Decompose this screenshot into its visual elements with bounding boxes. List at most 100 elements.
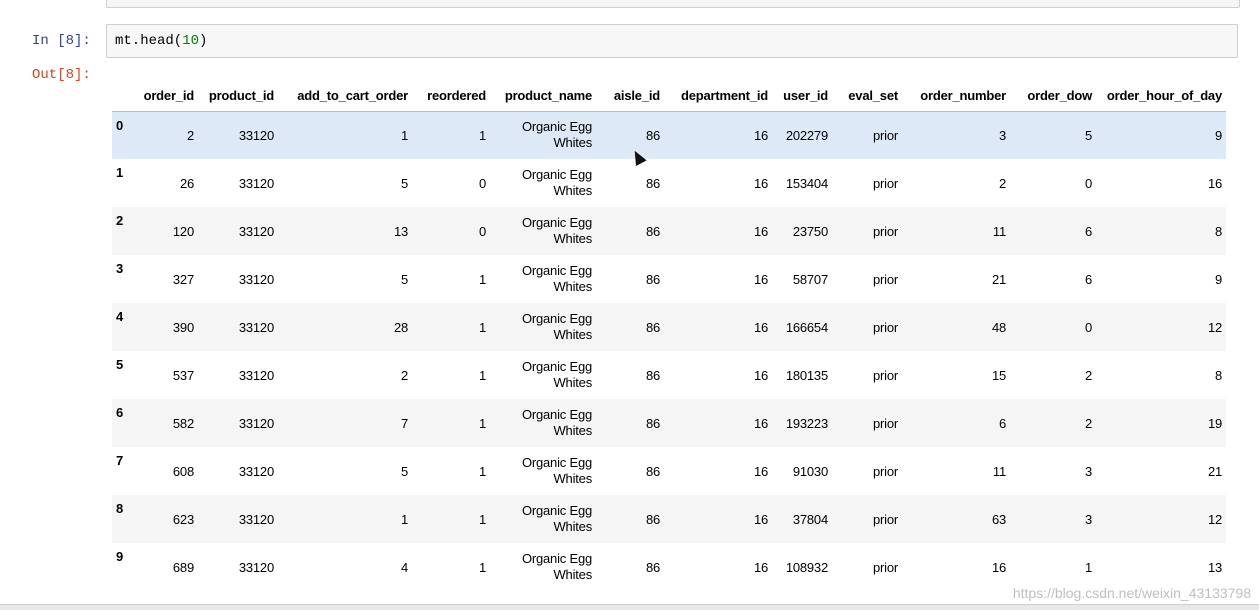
cell-product-name: Organic Egg Whites <box>490 255 596 303</box>
cell-order-dow: 6 <box>1084 271 1092 287</box>
cell-product-name: Organic Egg Whites <box>490 111 596 159</box>
cell-user-id: 180135 <box>785 367 828 383</box>
cell-order-number: 11 <box>992 223 1006 239</box>
cell-order-number: 21 <box>991 271 1006 287</box>
product-name-line-2: Whites <box>553 519 592 534</box>
cell-aisle-id: 86 <box>645 319 660 335</box>
cell-product-id: 33120 <box>238 223 274 239</box>
cell-order-number: 3 <box>998 127 1006 143</box>
cell-user-id: 37804 <box>792 511 828 527</box>
row-index: 2 <box>116 213 124 228</box>
product-name-line-1: Organic Egg <box>521 215 592 230</box>
cell-order-number: 6 <box>998 415 1006 431</box>
previous-cell-input[interactable] <box>106 0 1240 8</box>
cell-order-hour-of-day: 12 <box>1207 511 1222 527</box>
cell-product-id: 33120 <box>238 511 274 527</box>
cell-add-to-cart-order: 4 <box>400 559 408 575</box>
product-name-line-1: Organic Egg <box>521 551 592 566</box>
cell-order-id: 120 <box>172 223 194 239</box>
column-header: department_id <box>664 81 772 112</box>
column-header: order_number <box>902 81 1010 112</box>
cell-reordered: 1 <box>478 271 486 287</box>
cell-product-name: Organic Egg Whites <box>490 399 596 447</box>
cell-order-hour-of-day: 8 <box>1214 223 1222 239</box>
input-prompt: In [8]: <box>32 33 91 49</box>
dataframe-table: order_id product_id add_to_cart_order re… <box>112 81 1226 591</box>
product-name-line-1: Organic Egg <box>521 503 592 518</box>
cell-department-id: 16 <box>753 463 768 479</box>
cell-eval-set: prior <box>872 511 898 527</box>
row-index: 1 <box>116 165 124 180</box>
table-row: 2 120 33120 13 0 Organic Egg Whites 86 16… <box>112 207 1226 255</box>
code-suffix: ) <box>199 33 208 49</box>
cell-user-id: 193223 <box>785 415 828 431</box>
column-header: aisle_id <box>596 81 664 112</box>
cell-add-to-cart-order: 13 <box>393 223 408 239</box>
code-cell-input[interactable]: mt.head(10) <box>106 24 1238 58</box>
cell-order-id: 390 <box>172 319 194 335</box>
cell-order-dow: 1 <box>1084 559 1092 575</box>
cell-eval-set: prior <box>872 223 898 239</box>
cell-aisle-id: 86 <box>645 271 660 287</box>
cell-aisle-id: 86 <box>645 511 660 527</box>
product-name-line-1: Organic Egg <box>521 407 592 422</box>
table-row: 7 608 33120 5 1 Organic Egg Whites 86 16 … <box>112 447 1226 495</box>
cell-aisle-id: 86 <box>645 415 660 431</box>
product-name-line-1: Organic Egg <box>521 119 592 135</box>
row-index: 3 <box>116 261 124 276</box>
cell-order-dow: 3 <box>1084 463 1092 479</box>
table-row: 9 689 33120 4 1 Organic Egg Whites 86 16 … <box>112 543 1226 591</box>
cell-order-number: 63 <box>991 511 1006 527</box>
cell-user-id: 202279 <box>785 127 828 143</box>
cell-eval-set: prior <box>872 271 898 287</box>
cell-order-hour-of-day: 13 <box>1207 559 1222 575</box>
cell-department-id: 16 <box>753 319 768 335</box>
cell-reordered: 1 <box>478 415 486 431</box>
cell-order-dow: 2 <box>1084 415 1092 431</box>
row-index: 4 <box>116 309 124 324</box>
table-row: 1 26 33120 5 0 Organic Egg Whites 86 16 1… <box>112 159 1226 207</box>
bottom-divider <box>0 604 1259 610</box>
code-prefix: mt.head( <box>115 33 183 49</box>
product-name-line-2: Whites <box>553 567 592 582</box>
cell-order-id: 537 <box>172 367 194 383</box>
row-index: 0 <box>116 117 124 133</box>
cell-eval-set: prior <box>872 175 898 191</box>
product-name-line-2: Whites <box>553 183 592 198</box>
cell-eval-set: prior <box>872 319 898 335</box>
cell-add-to-cart-order: 5 <box>400 175 408 191</box>
cell-order-number: 16 <box>991 559 1006 575</box>
cell-product-id: 33120 <box>238 175 274 191</box>
cell-add-to-cart-order: 28 <box>393 319 408 335</box>
cell-eval-set: prior <box>872 463 898 479</box>
cell-order-id: 689 <box>172 559 194 575</box>
cell-product-id: 33120 <box>238 127 274 143</box>
cell-order-hour-of-day: 8 <box>1214 367 1222 383</box>
product-name-line-1: Organic Egg <box>521 455 592 470</box>
cell-eval-set: prior <box>872 127 898 143</box>
cell-order-hour-of-day: 12 <box>1207 319 1222 335</box>
cell-eval-set: prior <box>872 415 898 431</box>
product-name-line-2: Whites <box>553 471 592 486</box>
cell-product-id: 33120 <box>238 271 274 287</box>
product-name-line-2: Whites <box>553 279 592 294</box>
cell-order-id: 26 <box>179 175 194 191</box>
cell-order-hour-of-day: 21 <box>1207 463 1222 479</box>
cell-order-id: 582 <box>172 415 194 431</box>
cell-order-id: 623 <box>172 511 194 527</box>
cell-aisle-id: 86 <box>645 463 660 479</box>
cell-order-dow: 0 <box>1084 175 1092 191</box>
cell-order-hour-of-day: 9 <box>1214 127 1222 143</box>
cell-aisle-id: 86 <box>645 559 660 575</box>
cell-product-id: 33120 <box>238 367 274 383</box>
cell-order-hour-of-day: 9 <box>1214 271 1222 287</box>
cell-add-to-cart-order: 5 <box>400 463 408 479</box>
column-header: reordered <box>412 81 490 112</box>
product-name-line-2: Whites <box>553 327 592 342</box>
table-row: 8 623 33120 1 1 Organic Egg Whites 86 16 … <box>112 495 1226 543</box>
cell-product-name: Organic Egg Whites <box>490 495 596 543</box>
cell-product-name: Organic Egg Whites <box>490 207 596 255</box>
column-header: order_dow <box>1010 81 1096 112</box>
cell-add-to-cart-order: 5 <box>400 271 408 287</box>
product-name-line-1: Organic Egg <box>521 263 592 278</box>
